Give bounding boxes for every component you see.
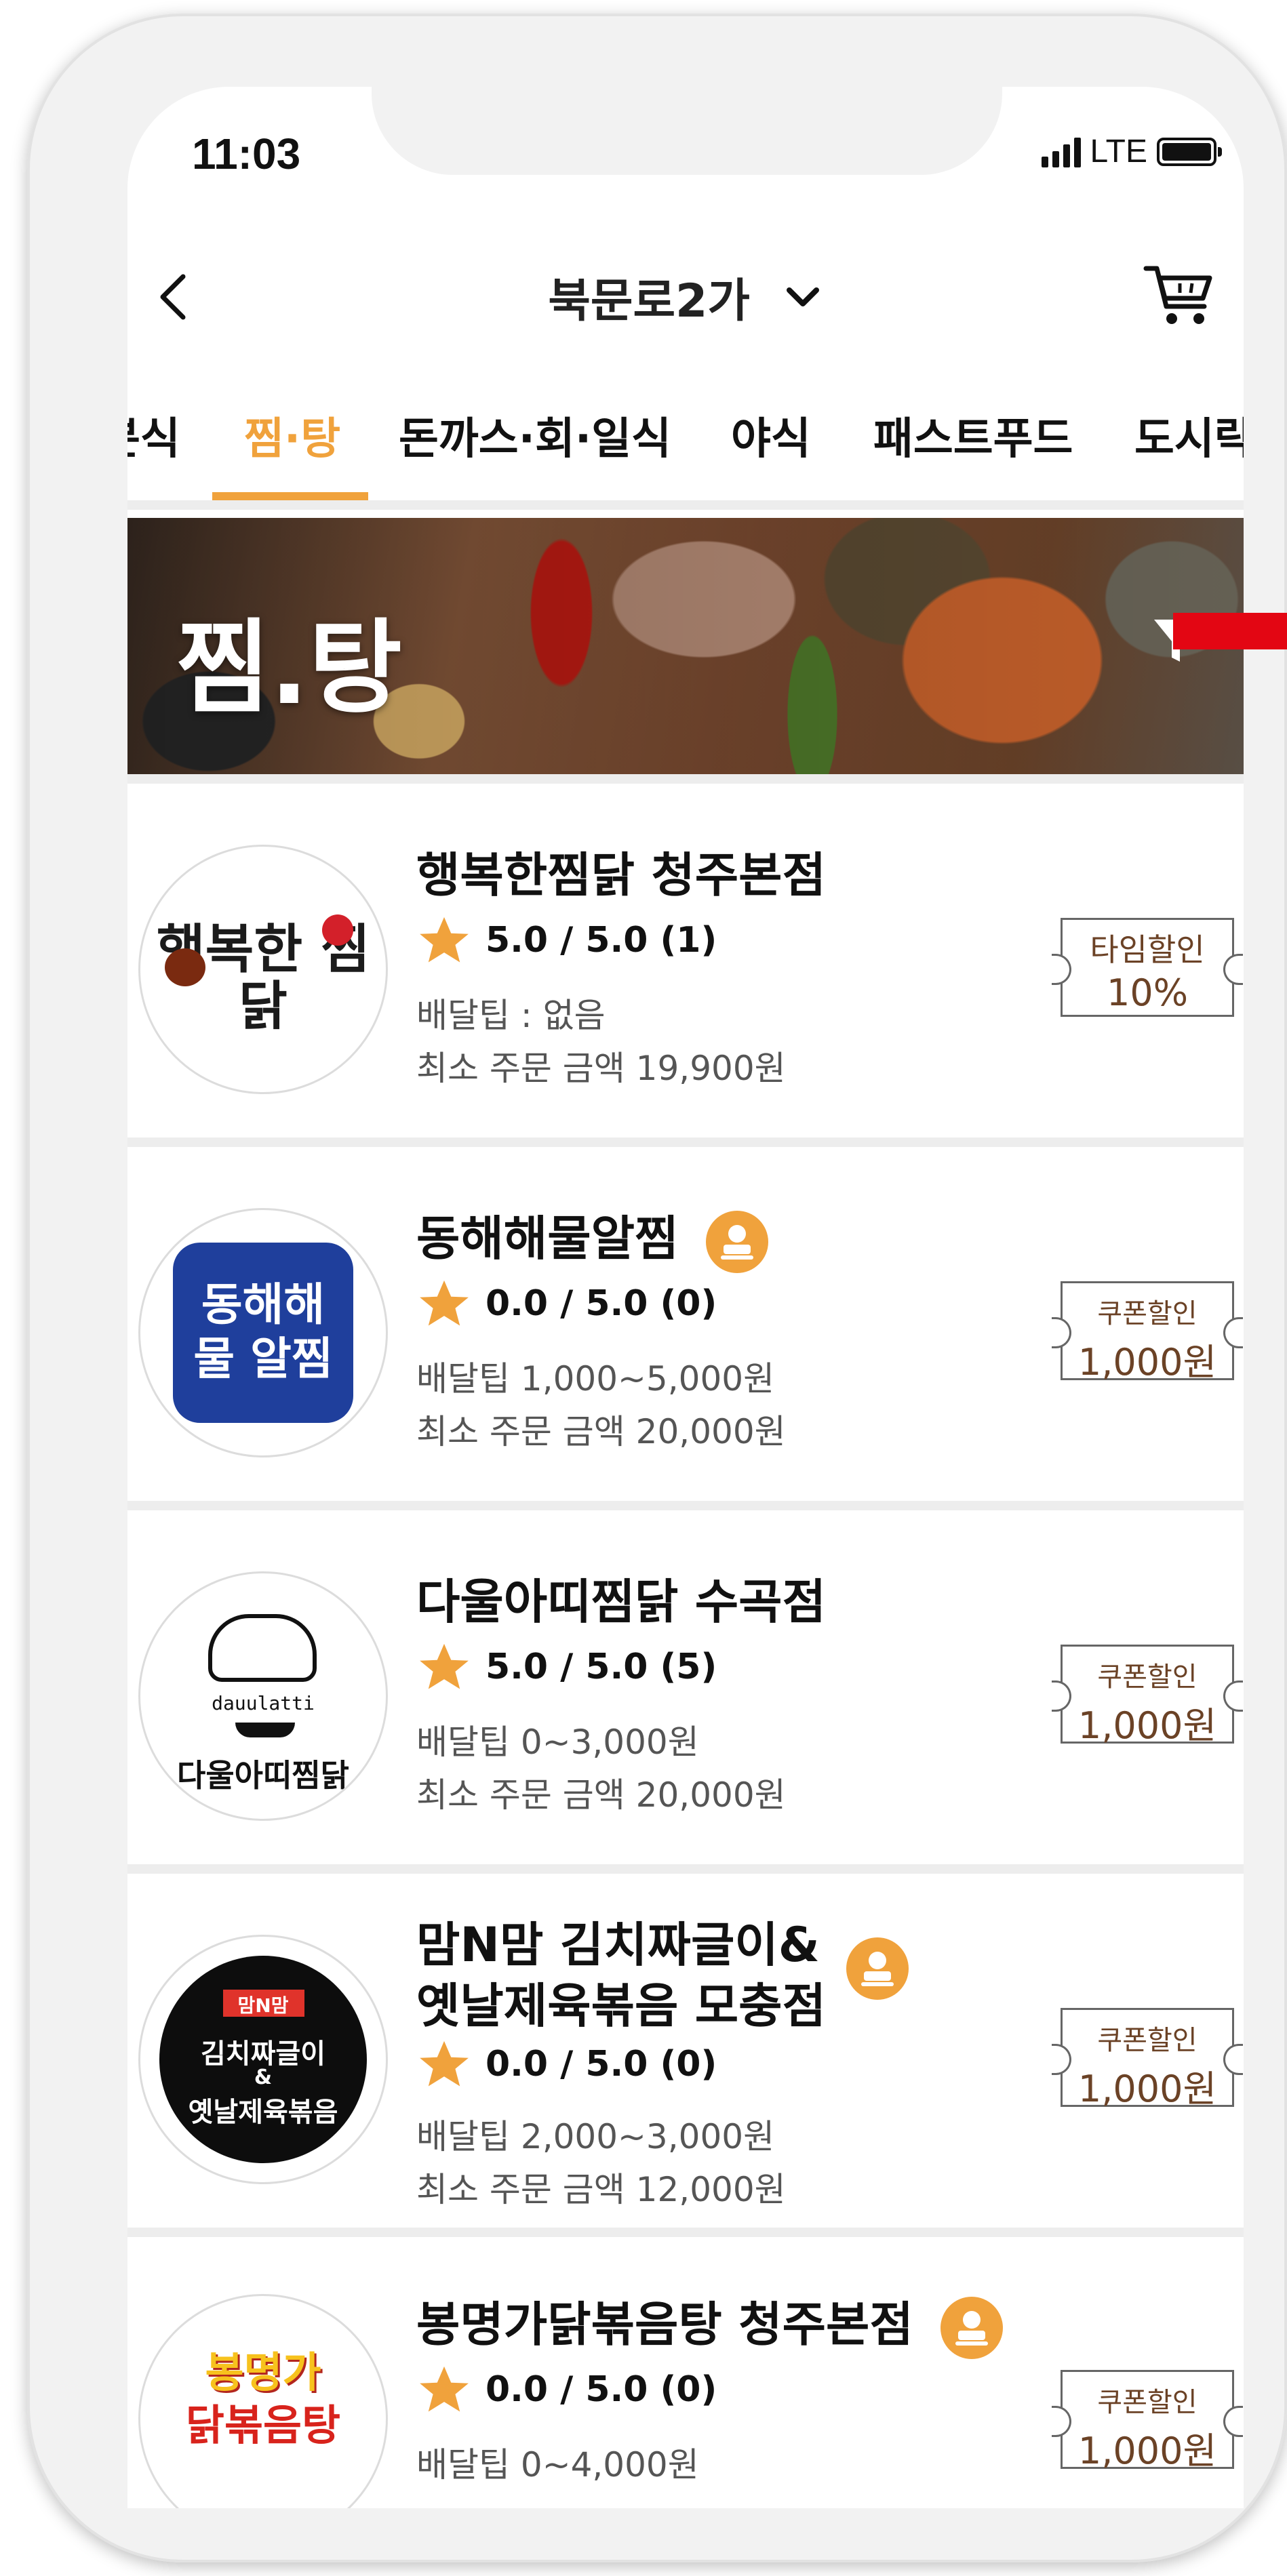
- rating-value: 5.0 / 5.0 (5): [486, 1647, 717, 1687]
- rating: 5.0 / 5.0 (5): [416, 1639, 717, 1695]
- tab-bunsik[interactable]: 분식: [127, 404, 180, 466]
- rating: 0.0 / 5.0 (0): [416, 1276, 717, 1331]
- discount-value: 1,000원: [1077, 2068, 1217, 2110]
- status-indicators: LTE: [1041, 133, 1222, 170]
- delivery-tip: 배달팁 1,000~5,000원: [416, 1359, 775, 1398]
- discount-label: 쿠폰할인: [1097, 2025, 1197, 2056]
- min-order: 최소 주문 금액 20,000원: [416, 1775, 786, 1815]
- rating: 0.0 / 5.0 (0): [416, 2036, 717, 2092]
- list-item[interactable]: 맘N맘 김치짜글이 & 옛날제육볶음 맘N맘 김치짜글이& 옛날제육볶음 모충점…: [127, 1864, 1244, 2228]
- restaurant-name-text: 동해해물알찜: [416, 1211, 679, 1266]
- restaurant-name: 맘N맘 김치짜글이& 옛날제육볶음 모충점: [416, 1914, 826, 2036]
- owner-badge-icon: [941, 2296, 1004, 2359]
- category-tabs: 분식 찜·탕 돈까스·회·일식 야식 패스트푸드 도시락: [127, 392, 1244, 510]
- discount-value: 1,000원: [1077, 1341, 1217, 1384]
- category-banner: 찜.탕: [127, 518, 1244, 774]
- tab-jjim-tang[interactable]: 찜·탕: [244, 404, 340, 466]
- rating-value: 0.0 / 5.0 (0): [486, 2044, 717, 2085]
- banner-title: 찜.탕: [176, 609, 402, 727]
- stamp-mark: [322, 914, 353, 946]
- status-time: 11:03: [192, 129, 301, 178]
- rating-value: 0.0 / 5.0 (0): [486, 2369, 717, 2410]
- delivery-tip: 배달팁 : 없음: [416, 996, 606, 1035]
- phone-frame: 11:03 LTE 북문로2가 식 찜·탕 돈까스·회·일식 야식 패스트푸드 …: [27, 14, 1287, 2562]
- discount-badge: 쿠폰할인 1,000원: [1052, 2370, 1243, 2472]
- restaurant-logo: dauulatti 다울아띠찜닭: [138, 1571, 388, 1821]
- discount-label: 쿠폰할인: [1097, 1298, 1197, 1329]
- discount-badge: 타임할인 10%: [1052, 918, 1243, 1017]
- discount-label: 쿠폰할인: [1097, 2387, 1197, 2418]
- star-icon: [420, 917, 469, 963]
- list-item[interactable]: 행복한 찜닭 행복한찜닭 청주본점 5.0 / 5.0 (1) 배달팁 : 없음…: [127, 774, 1244, 1138]
- discount-value: 1,000원: [1077, 2430, 1217, 2472]
- min-order: 최소 주문 금액 20,000원: [416, 1412, 786, 1451]
- discount-badge: 쿠폰할인 1,000원: [1052, 1645, 1243, 1747]
- discount-value: 10%: [1106, 971, 1189, 1014]
- tab-dosirak[interactable]: 도시락: [1134, 404, 1244, 466]
- delivery-tip: 배달팁 0~3,000원: [416, 1723, 699, 1762]
- signal-icon: [1041, 136, 1081, 167]
- rating-value: 5.0 / 5.0 (1): [486, 920, 717, 961]
- star-icon: [420, 1643, 469, 1689]
- delivery-tip: 배달팁 0~4,000원: [416, 2445, 699, 2484]
- annotation-marker: [1173, 613, 1287, 649]
- list-item[interactable]: 동해해물 알찜 동해해물알찜 0.0 / 5.0 (0) 배달팁 1,000~5…: [127, 1138, 1244, 1501]
- owner-badge-icon: [846, 1937, 909, 2000]
- star-icon: [420, 2366, 469, 2412]
- restaurant-list: 행복한 찜닭 행복한찜닭 청주본점 5.0 / 5.0 (1) 배달팁 : 없음…: [127, 774, 1244, 2508]
- list-item[interactable]: dauulatti 다울아띠찜닭 다울아띠찜닭 수곡점 5.0 / 5.0 (5…: [127, 1501, 1244, 1864]
- star-icon: [420, 2040, 469, 2087]
- restaurant-name: 다울아띠찜닭 수곡점: [416, 1574, 826, 1630]
- location-label: 북문로2가: [548, 275, 750, 328]
- restaurant-logo: 맘N맘 김치짜글이 & 옛날제육볶음: [138, 1935, 388, 2184]
- network-label: LTE: [1090, 134, 1147, 169]
- min-order: 최소 주문 금액 12,000원: [416, 2170, 786, 2209]
- rating-value: 0.0 / 5.0 (0): [486, 1283, 717, 1324]
- restaurant-name: 행복한찜닭 청주본점: [416, 847, 826, 903]
- star-icon: [420, 1280, 469, 1326]
- notch: [372, 87, 1002, 175]
- location-selector[interactable]: 북문로2가: [127, 263, 1244, 330]
- min-order: 최소 주문 금액 19,900원: [416, 1049, 786, 1088]
- tab-yasik[interactable]: 야식: [731, 404, 811, 466]
- discount-badge: 쿠폰할인 1,000원: [1052, 2008, 1243, 2110]
- mustache-icon: [235, 1723, 295, 1737]
- restaurant-logo: 동해해물 알찜: [138, 1208, 388, 1457]
- app-screen: 11:03 LTE 북문로2가 식 찜·탕 돈까스·회·일식 야식 패스트푸드 …: [127, 87, 1244, 2508]
- cart-icon[interactable]: [1142, 258, 1216, 332]
- dish-illustration: [165, 948, 205, 986]
- discount-value: 1,000원: [1077, 1704, 1217, 1747]
- list-item[interactable]: 봉명가 닭볶음탕 봉명가닭볶음탕 청주본점 0.0 / 5.0 (0) 배달팁 …: [127, 2228, 1244, 2508]
- restaurant-name-text: 봉명가닭볶음탕 청주본점: [416, 2297, 913, 2352]
- discount-label: 쿠폰할인: [1097, 1662, 1197, 1693]
- discount-label: 타임할인: [1090, 931, 1205, 968]
- top-bar: 북문로2가: [127, 243, 1244, 344]
- restaurant-name: 봉명가닭볶음탕 청주본점: [416, 2294, 1004, 2359]
- owner-badge-icon: [705, 1210, 768, 1273]
- chevron-down-icon: [786, 287, 819, 306]
- tab-fastfood[interactable]: 패스트푸드: [873, 404, 1073, 466]
- rating: 0.0 / 5.0 (0): [416, 2362, 717, 2417]
- restaurant-name: 동해해물알찜: [416, 1208, 768, 1273]
- restaurant-name-line2: 옛날제육볶음 모충점: [416, 1978, 826, 2034]
- delivery-tip: 배달팁 2,000~3,000원: [416, 2117, 775, 2156]
- restaurant-name-line1: 맘N맘 김치짜글이&: [416, 1917, 820, 1973]
- chef-hat-icon: [208, 1614, 317, 1682]
- discount-badge: 쿠폰할인 1,000원: [1052, 1281, 1243, 1384]
- tab-donkatsu[interactable]: 돈까스·회·일식: [399, 404, 671, 466]
- battery-icon: [1157, 137, 1222, 166]
- restaurant-logo: 행복한 찜닭: [138, 845, 388, 1094]
- rating: 5.0 / 5.0 (1): [416, 912, 717, 968]
- active-tab-indicator: [212, 492, 368, 500]
- restaurant-logo: 봉명가 닭볶음탕: [138, 2294, 388, 2508]
